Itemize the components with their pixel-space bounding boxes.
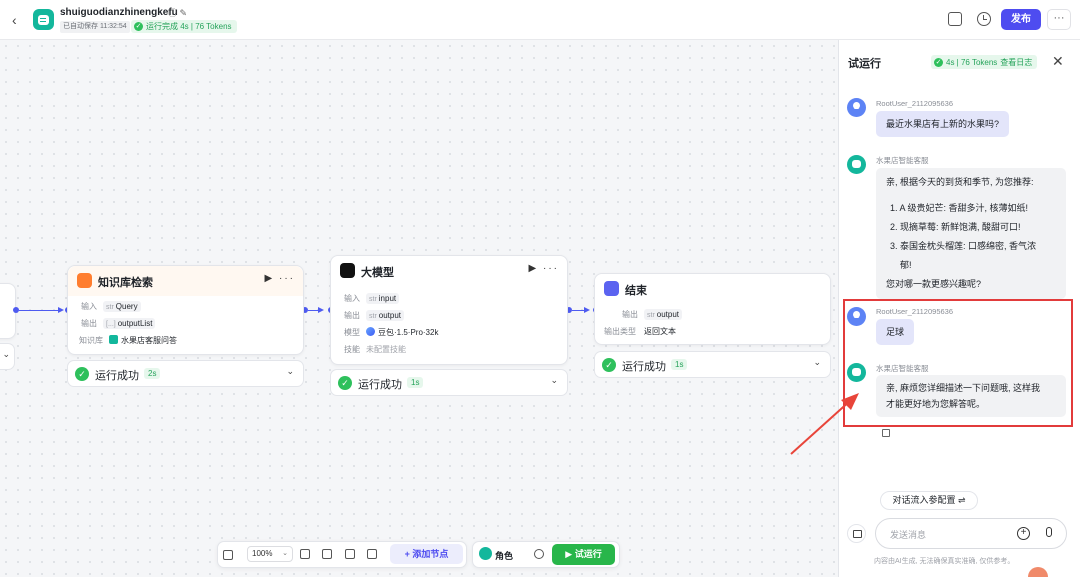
zoom-select[interactable]: 100% ⌄ (247, 546, 293, 562)
edge-arrow (58, 307, 64, 313)
run-stats-badge[interactable]: ✓ 4s | 76 Tokens 查看日志 (931, 55, 1038, 69)
chat-input-placeholder: 发送消息 (890, 530, 927, 540)
output-tag: [...] outputList (103, 318, 156, 329)
output-type-row: 输出类型 返回文本 (604, 327, 676, 336)
trial-run-button[interactable]: ▶ 试运行 (552, 544, 615, 565)
role-label[interactable]: 角色 (495, 549, 513, 562)
end-status[interactable]: ✓ 运行成功 1s ⌄ (594, 351, 831, 378)
publish-button[interactable]: 发布 (1001, 9, 1041, 30)
comment-icon[interactable] (300, 549, 310, 559)
model-value: 豆包·1.5·Pro·32k (366, 327, 438, 338)
output-row: 输出 str output (604, 309, 683, 320)
success-icon: ✓ (338, 376, 352, 390)
chevron-down-icon[interactable]: ⌄ (813, 357, 821, 368)
input-config-button[interactable]: 对话流入参配置 ⇌ (880, 491, 978, 510)
run-status-badge: ✓ 运行完成 4s | 76 Tokens (131, 20, 237, 33)
list-item: 3. 泰国金枕头榴莲: 口感绵密, 香气浓 (890, 241, 1037, 251)
knowledge-node[interactable]: 知识库检索 ▶ ··· 输入 str Query 输出 [...] outputLi… (67, 265, 304, 355)
output-tag: str output (366, 310, 405, 321)
recommendation-list: 1. A 级贵妃芒: 香甜多汁, 核薄如纸! 2. 现摘草莓: 新鲜饱满, 酸甜… (886, 199, 1056, 294)
edge-arrow (584, 307, 590, 313)
list-item: 2. 现摘草莓: 新鲜饱满, 酸甜可口! (890, 222, 1021, 232)
bag-icon[interactable] (847, 524, 866, 543)
success-icon: ✓ (602, 358, 616, 372)
copy-icon[interactable] (948, 12, 962, 26)
add-attachment-icon[interactable]: + (1017, 527, 1030, 540)
chevron-down-icon[interactable]: ⌄ (2, 349, 10, 360)
input-row: 输入 str input (340, 293, 400, 304)
knowledge-icon (77, 273, 92, 288)
top-bar: ‹ shuiguodianzhinengkefu ⓘ ✎ 已自动保存 11:32… (0, 0, 1080, 40)
model-mini-icon (366, 327, 375, 336)
node-actions[interactable]: ▶ ··· (265, 273, 295, 284)
more-button[interactable]: ··· (1047, 9, 1071, 30)
view-log-link[interactable]: 查看日志 (1000, 57, 1032, 68)
grid-icon[interactable] (322, 549, 332, 559)
start-node-status[interactable]: ⌄ (0, 343, 15, 370)
model-row: 模型 豆包·1.5·Pro·32k (344, 327, 439, 338)
input-tag: str Query (103, 301, 141, 312)
success-icon: ✓ (75, 367, 89, 381)
kb-row: 知识库 水果店客服问答 (79, 335, 177, 346)
llm-status[interactable]: ✓ 运行成功 1s ⌄ (330, 369, 568, 396)
app-name: shuiguodianzhinengkefu (60, 7, 178, 18)
skill-row: 技能 未配置技能 (344, 345, 406, 354)
check-icon: ✓ (934, 57, 943, 67)
node-actions[interactable]: ▶ ··· (529, 263, 559, 274)
user-message: 最近水果店有上新的水果吗? (876, 111, 1010, 137)
check-icon: ✓ (134, 22, 143, 31)
end-node[interactable]: 结束 输出 str output 输出类型 返回文本 (594, 273, 831, 345)
llm-icon (340, 263, 355, 278)
chat-input[interactable]: 发送消息 + (875, 518, 1067, 549)
bot-name: 水果店智能客服 (876, 156, 929, 165)
llm-node[interactable]: 大模型 ▶ ··· 输入 str input 输出 str output 模型 豆包… (330, 255, 568, 365)
close-icon[interactable]: ✕ (1052, 53, 1064, 70)
info-edit-icon[interactable]: ⓘ ✎ (168, 6, 187, 19)
bot-avatar (847, 155, 866, 174)
input-tag: str input (366, 293, 400, 304)
bot-message: 亲, 根据今天的到货和季节, 为您推荐: 1. A 级贵妃芒: 香甜多汁, 核薄… (876, 168, 1066, 299)
highlight-box (843, 299, 1073, 427)
annotation-arrow-icon (790, 393, 859, 455)
user-avatar (847, 98, 866, 117)
debug-icon[interactable] (534, 549, 544, 559)
kb-value: 水果店客服问答 (109, 335, 177, 346)
kb-mini-icon (109, 335, 118, 344)
knowledge-status[interactable]: ✓ 运行成功 2s ⌄ (67, 360, 304, 387)
panel-title: 试运行 (848, 58, 881, 70)
run-status-text: 运行完成 4s | 76 Tokens (146, 22, 232, 31)
edge-arrow (318, 307, 324, 313)
microphone-icon[interactable] (1046, 527, 1052, 537)
list-item: 您对哪一款更感兴趣呢? (886, 279, 982, 289)
copy-message-icon[interactable] (882, 429, 890, 437)
node-title: 结束 (625, 285, 647, 297)
output-row: 输出 [...] outputList (77, 318, 156, 329)
app-logo (33, 9, 54, 30)
output-tag: str output (644, 309, 683, 320)
add-node-button[interactable]: + 添加节点 (390, 544, 463, 564)
node-title: 大模型 (361, 267, 394, 279)
image-icon[interactable] (345, 549, 355, 559)
input-row: 输入 str Query (77, 301, 141, 312)
list-item: 1. A 级贵妃芒: 香甜多汁, 核薄如纸! (890, 203, 1029, 213)
back-icon[interactable]: ‹ (12, 12, 26, 28)
node-title: 知识库检索 (98, 277, 153, 289)
chevron-down-icon: ⌄ (282, 550, 288, 557)
autosave-status: 已自动保存 11:32:54 (60, 21, 130, 33)
edge-line (19, 310, 61, 312)
user-name: RootUser_2112095636 (876, 99, 954, 108)
minimap-icon[interactable] (223, 550, 233, 560)
ai-disclaimer: 内容由AI生成, 无法确保真实准确, 仅供参考。 (874, 558, 1015, 565)
layout-icon[interactable] (367, 549, 377, 559)
list-item: 郁! (900, 260, 912, 270)
chevron-down-icon[interactable]: ⌄ (286, 366, 294, 377)
chevron-down-icon[interactable]: ⌄ (550, 375, 558, 386)
role-avatar[interactable] (479, 547, 492, 560)
output-row: 输出 str output (340, 310, 405, 321)
history-icon[interactable] (977, 12, 991, 26)
end-icon (604, 281, 619, 296)
